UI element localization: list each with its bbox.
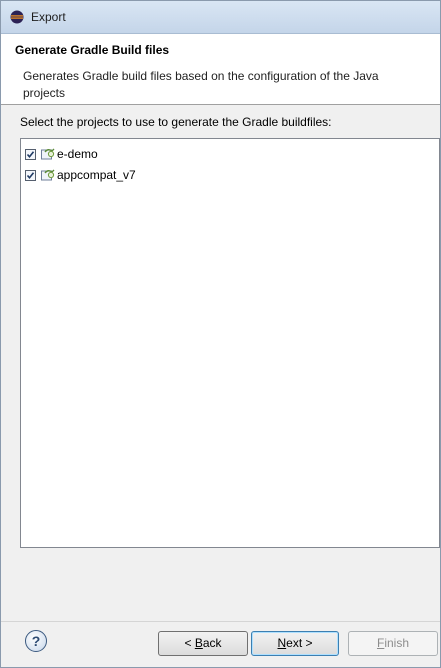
- eclipse-icon: [10, 10, 24, 24]
- footer-divider: [1, 621, 440, 622]
- back-label-rest: ack: [202, 636, 222, 650]
- next-mnemonic: N: [277, 636, 287, 650]
- next-button[interactable]: Next >: [251, 631, 339, 656]
- back-prefix: <: [184, 636, 195, 650]
- back-mnemonic: B: [194, 636, 203, 650]
- finish-label-rest: inish: [384, 636, 410, 650]
- android-project-icon: [41, 148, 55, 160]
- project-list[interactable]: e-demo appcompat_v7: [20, 138, 440, 548]
- title-bar[interactable]: Export: [1, 1, 440, 34]
- project-checkbox[interactable]: [25, 148, 36, 160]
- next-label-rest: ext >: [286, 636, 313, 650]
- help-icon: ?: [31, 633, 41, 649]
- export-dialog: Export Generate Gradle Build files Gener…: [0, 0, 441, 668]
- project-name: appcompat_v7: [57, 168, 136, 182]
- wizard-header: Generate Gradle Build files Generates Gr…: [1, 34, 440, 105]
- list-item[interactable]: e-demo: [25, 145, 98, 163]
- help-button[interactable]: ?: [25, 630, 47, 652]
- page-title: Generate Gradle Build files: [15, 43, 170, 57]
- android-project-icon: [41, 169, 55, 181]
- list-item[interactable]: appcompat_v7: [25, 166, 136, 184]
- page-description: Generates Gradle build files based on th…: [23, 69, 379, 100]
- checkmark-icon: [26, 150, 35, 158]
- project-checkbox[interactable]: [25, 169, 36, 181]
- project-name: e-demo: [57, 147, 98, 161]
- back-button[interactable]: < Back: [158, 631, 248, 656]
- window-title: Export: [31, 10, 66, 24]
- instruction-label: Select the projects to use to generate t…: [20, 115, 332, 129]
- checkmark-icon: [26, 171, 35, 179]
- finish-button[interactable]: Finish: [348, 631, 438, 656]
- wizard-content: Select the projects to use to generate t…: [1, 105, 440, 621]
